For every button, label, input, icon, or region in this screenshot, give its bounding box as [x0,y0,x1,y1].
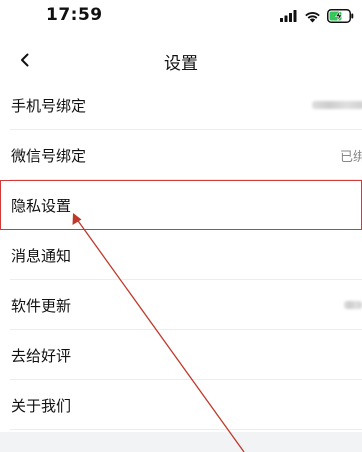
setting-label: 消息通知 [11,246,72,265]
setting-label: 隐私设置 [11,196,72,215]
setting-label: 软件更新 [11,296,72,315]
setting-label: 关于我们 [11,396,72,415]
status-icons [280,8,354,24]
setting-row-wechat-binding[interactable]: 微信号绑定 已绑 [0,130,362,180]
settings-screen: 17:59 设置 手机号绑定 微信号绑定 已绑 隐私设置 消息通知 软件更新 去… [0,0,362,452]
setting-row-software-update[interactable]: 软件更新 [0,280,362,330]
setting-row-rate-app[interactable]: 去给好评 [0,330,362,380]
footer-gray-area [0,432,362,452]
setting-label: 去给好评 [11,346,72,365]
setting-label: 手机号绑定 [11,96,87,115]
settings-list: 手机号绑定 微信号绑定 已绑 隐私设置 消息通知 软件更新 去给好评 关于我们 [0,80,362,430]
status-time: 17:59 [46,5,103,25]
nav-bar: 设置 [0,38,362,82]
signal-icon [280,10,298,22]
setting-row-privacy[interactable]: 隐私设置 [0,180,362,230]
setting-row-notifications[interactable]: 消息通知 [0,230,362,280]
redacted-version-value [344,301,362,309]
wifi-icon [304,10,321,23]
setting-label: 微信号绑定 [11,146,87,165]
page-title: 设置 [164,54,198,74]
wechat-binding-status: 已绑 [339,149,362,165]
setting-row-phone-binding[interactable]: 手机号绑定 [0,80,362,130]
redacted-phone-value [312,101,362,109]
battery-charging-icon [327,9,354,23]
setting-row-about-us[interactable]: 关于我们 [0,380,362,430]
status-bar: 17:59 [0,0,362,34]
